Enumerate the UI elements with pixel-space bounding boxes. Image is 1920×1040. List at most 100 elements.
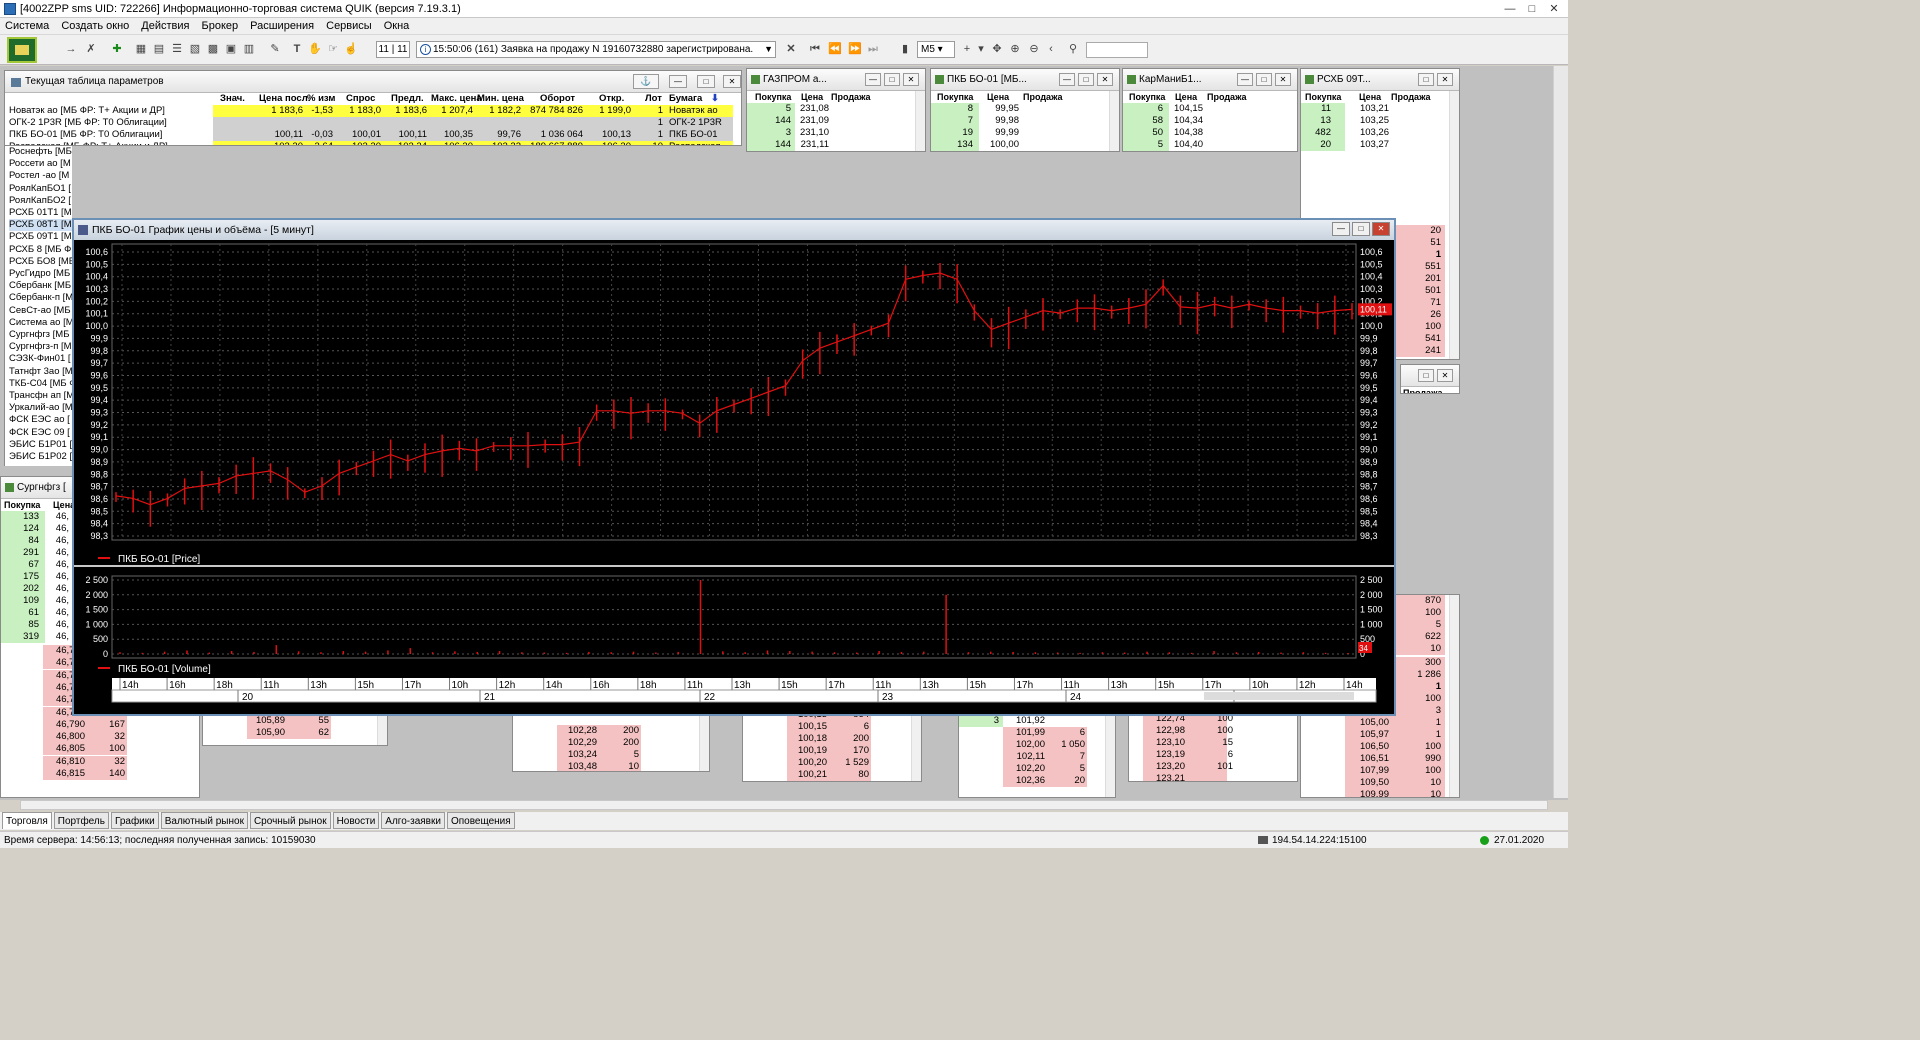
- tab-trading[interactable]: Торговля: [2, 812, 52, 829]
- params-row-name[interactable]: РоялКапБО1 [: [9, 183, 71, 195]
- menu-new-window[interactable]: Создать окно: [56, 18, 136, 34]
- close-icon[interactable]: ✕: [1097, 73, 1113, 86]
- col-open[interactable]: Откр.: [599, 93, 624, 105]
- quotes-window-gazprom[interactable]: ГАЗПРОМ а... — □ ✕ Покупка Цена Продажа 52…: [746, 68, 926, 152]
- params-row-name[interactable]: РСХБ 08Т1 [М: [9, 219, 72, 232]
- sort-arrow-icon[interactable]: ⬇: [711, 93, 719, 105]
- tab-algo[interactable]: Алго-заявки: [381, 812, 445, 829]
- maximize-icon[interactable]: □: [697, 75, 715, 88]
- minimize-icon[interactable]: —: [669, 75, 687, 88]
- quote-row[interactable]: 50 104,38: [1123, 127, 1297, 139]
- menu-system[interactable]: Система: [0, 18, 56, 34]
- params-row-name[interactable]: ФСК ЕЭС ао [: [9, 414, 70, 426]
- quote-row[interactable]: 103,24 5: [513, 749, 703, 761]
- params-row-name[interactable]: СЭЗК-Фин01 [: [9, 353, 71, 365]
- scrollbar[interactable]: [1449, 595, 1459, 797]
- quote-row[interactable]: 102,29 200: [513, 737, 703, 749]
- tab-futures[interactable]: Срочный рынок: [249, 812, 331, 829]
- quote-row[interactable]: 46,790 167: [1, 718, 199, 731]
- col-low[interactable]: Мин. цена: [477, 93, 524, 105]
- quote-row[interactable]: 123,19 6: [1129, 749, 1289, 761]
- scroll-left-icon[interactable]: ‹: [1044, 42, 1058, 56]
- next-icon[interactable]: ⏩: [848, 42, 862, 56]
- menu-services[interactable]: Сервисы: [321, 18, 379, 34]
- close-icon[interactable]: ✕: [1372, 222, 1390, 236]
- col-value[interactable]: Знач.: [220, 93, 245, 105]
- params-row-name[interactable]: РСХБ БО8 [МБ: [9, 256, 72, 268]
- scrollbar[interactable]: [915, 91, 925, 151]
- quote-row[interactable]: 6 104,15: [1123, 103, 1297, 115]
- zoom-out-icon[interactable]: ⊖: [1027, 42, 1041, 56]
- quote-row[interactable]: 105,90 62: [203, 727, 379, 739]
- quote-row[interactable]: 100,15 6: [743, 721, 913, 733]
- params-row-name[interactable]: Система ао [М: [9, 317, 72, 329]
- params-row-name[interactable]: Роснефть [МБ: [9, 146, 72, 158]
- tab-alerts[interactable]: Оповещения: [446, 812, 515, 829]
- maximize-icon[interactable]: □: [1522, 1, 1542, 16]
- quote-row[interactable]: 109,99 10: [1301, 789, 1451, 797]
- tab-charts[interactable]: Графики: [110, 812, 159, 829]
- search-input[interactable]: [1086, 42, 1148, 58]
- quote-row[interactable]: 123,10 15: [1129, 737, 1289, 749]
- params-row-name[interactable]: ФСК ЕЭС 09 [: [9, 427, 70, 439]
- minimize-icon[interactable]: —: [1237, 73, 1253, 86]
- quote-row[interactable]: 100,19 170: [743, 745, 913, 757]
- params-row-name[interactable]: РСХБ 8 [МБ Ф: [9, 244, 71, 256]
- col-change[interactable]: % изм: [307, 93, 335, 105]
- params-row-name[interactable]: РоялКапБО2 [: [9, 195, 71, 207]
- quote-row[interactable]: 11 103,21: [1301, 103, 1451, 115]
- quote-row[interactable]: 144 231,09: [747, 115, 917, 127]
- tab-portfolio[interactable]: Портфель: [53, 812, 109, 829]
- last-icon[interactable]: ⏭: [866, 42, 880, 56]
- zoom-in-icon[interactable]: ⊕: [1008, 42, 1022, 56]
- quote-row[interactable]: 46,805 100: [1, 743, 199, 756]
- quote-row[interactable]: 7 99,98: [931, 115, 1109, 127]
- params-row-name[interactable]: Сургнфгз-п [М: [9, 341, 72, 353]
- close-icon[interactable]: ✕: [1437, 369, 1453, 382]
- price-volume-chart[interactable]: 100,6 100,6 100,5 100,5 100,4 100,4 100,3 100,3…: [74, 240, 1394, 714]
- quote-row[interactable]: 5 231,08: [747, 103, 917, 115]
- connect-icon[interactable]: →: [64, 42, 78, 56]
- quote-row[interactable]: 46,815 140: [1, 768, 199, 780]
- workspace-horizontal-scrollbar[interactable]: [20, 800, 1548, 810]
- quote-row[interactable]: 3 231,10: [747, 127, 917, 139]
- quote-row[interactable]: 58 104,34: [1123, 115, 1297, 127]
- close-icon[interactable]: ✕: [723, 75, 741, 88]
- hand2-icon[interactable]: ☞: [326, 42, 340, 56]
- quote-row[interactable]: 482 103,26: [1301, 127, 1451, 139]
- col-ask[interactable]: Предл.: [391, 93, 424, 105]
- close-icon[interactable]: ✕: [1275, 73, 1291, 86]
- new-order-icon[interactable]: ✚: [110, 42, 124, 56]
- chart-window[interactable]: ПКБ БО-01 График цены и объёма - [5 мину…: [72, 218, 1396, 716]
- quote-row[interactable]: 102,20 5: [959, 763, 1109, 775]
- scrollbar[interactable]: [1449, 91, 1459, 359]
- minimize-icon[interactable]: —: [1500, 1, 1520, 16]
- params-row-name[interactable]: Сбербанк-п [М: [9, 292, 72, 304]
- params-row[interactable]: Новатэк ао [МБ ФР: Т+ Акции и ДР] 1 183,6…: [5, 105, 741, 117]
- hand3-icon[interactable]: ☝: [344, 42, 358, 56]
- edit-icon[interactable]: ✎: [268, 42, 282, 56]
- quote-row[interactable]: 123,20 101: [1129, 761, 1289, 773]
- params-row[interactable]: ПКБ БО-01 [МБ ФР: Т0 Облигации] 100,11 -0,…: [5, 129, 741, 141]
- col-security[interactable]: Бумага: [669, 93, 702, 105]
- col-bid[interactable]: Спрос: [346, 93, 375, 105]
- quote-row[interactable]: 105,97 1: [1301, 729, 1451, 741]
- chevron-down-icon[interactable]: ▼: [764, 42, 773, 57]
- quote-row[interactable]: 100,20 1 529: [743, 757, 913, 769]
- params-row-name[interactable]: Сбербанк [МБ: [9, 280, 71, 292]
- quotes-window-pkb[interactable]: ПКБ БО-01 [МБ... — □ ✕ Покупка Цена Продаж…: [930, 68, 1120, 152]
- params-row-name[interactable]: СевСт-ао [МБ: [9, 305, 71, 317]
- chevron-down-icon[interactable]: ▾: [974, 42, 988, 56]
- search-icon[interactable]: ⚲: [1066, 42, 1080, 56]
- params-row-name[interactable]: Ростел -ао [М: [9, 170, 69, 182]
- quotes-window-7-header[interactable]: □ ✕ Продажа: [1400, 364, 1460, 394]
- volume-plot-area[interactable]: [111, 575, 1357, 659]
- quote-row[interactable]: 109,50 10: [1301, 777, 1451, 789]
- col-turnover[interactable]: Оборот: [540, 93, 575, 105]
- quote-row[interactable]: 107,99 100: [1301, 765, 1451, 777]
- quote-row[interactable]: 122,98 100: [1129, 725, 1289, 737]
- params-row[interactable]: ОГК-2 1Р3R [МБ ФР: Т0 Облигации] 1 ОГК-2 1…: [5, 117, 741, 129]
- quote-row[interactable]: 106,51 990: [1301, 753, 1451, 765]
- scrollbar[interactable]: [1109, 91, 1119, 151]
- quote-row[interactable]: 102,00 1 050: [959, 739, 1109, 751]
